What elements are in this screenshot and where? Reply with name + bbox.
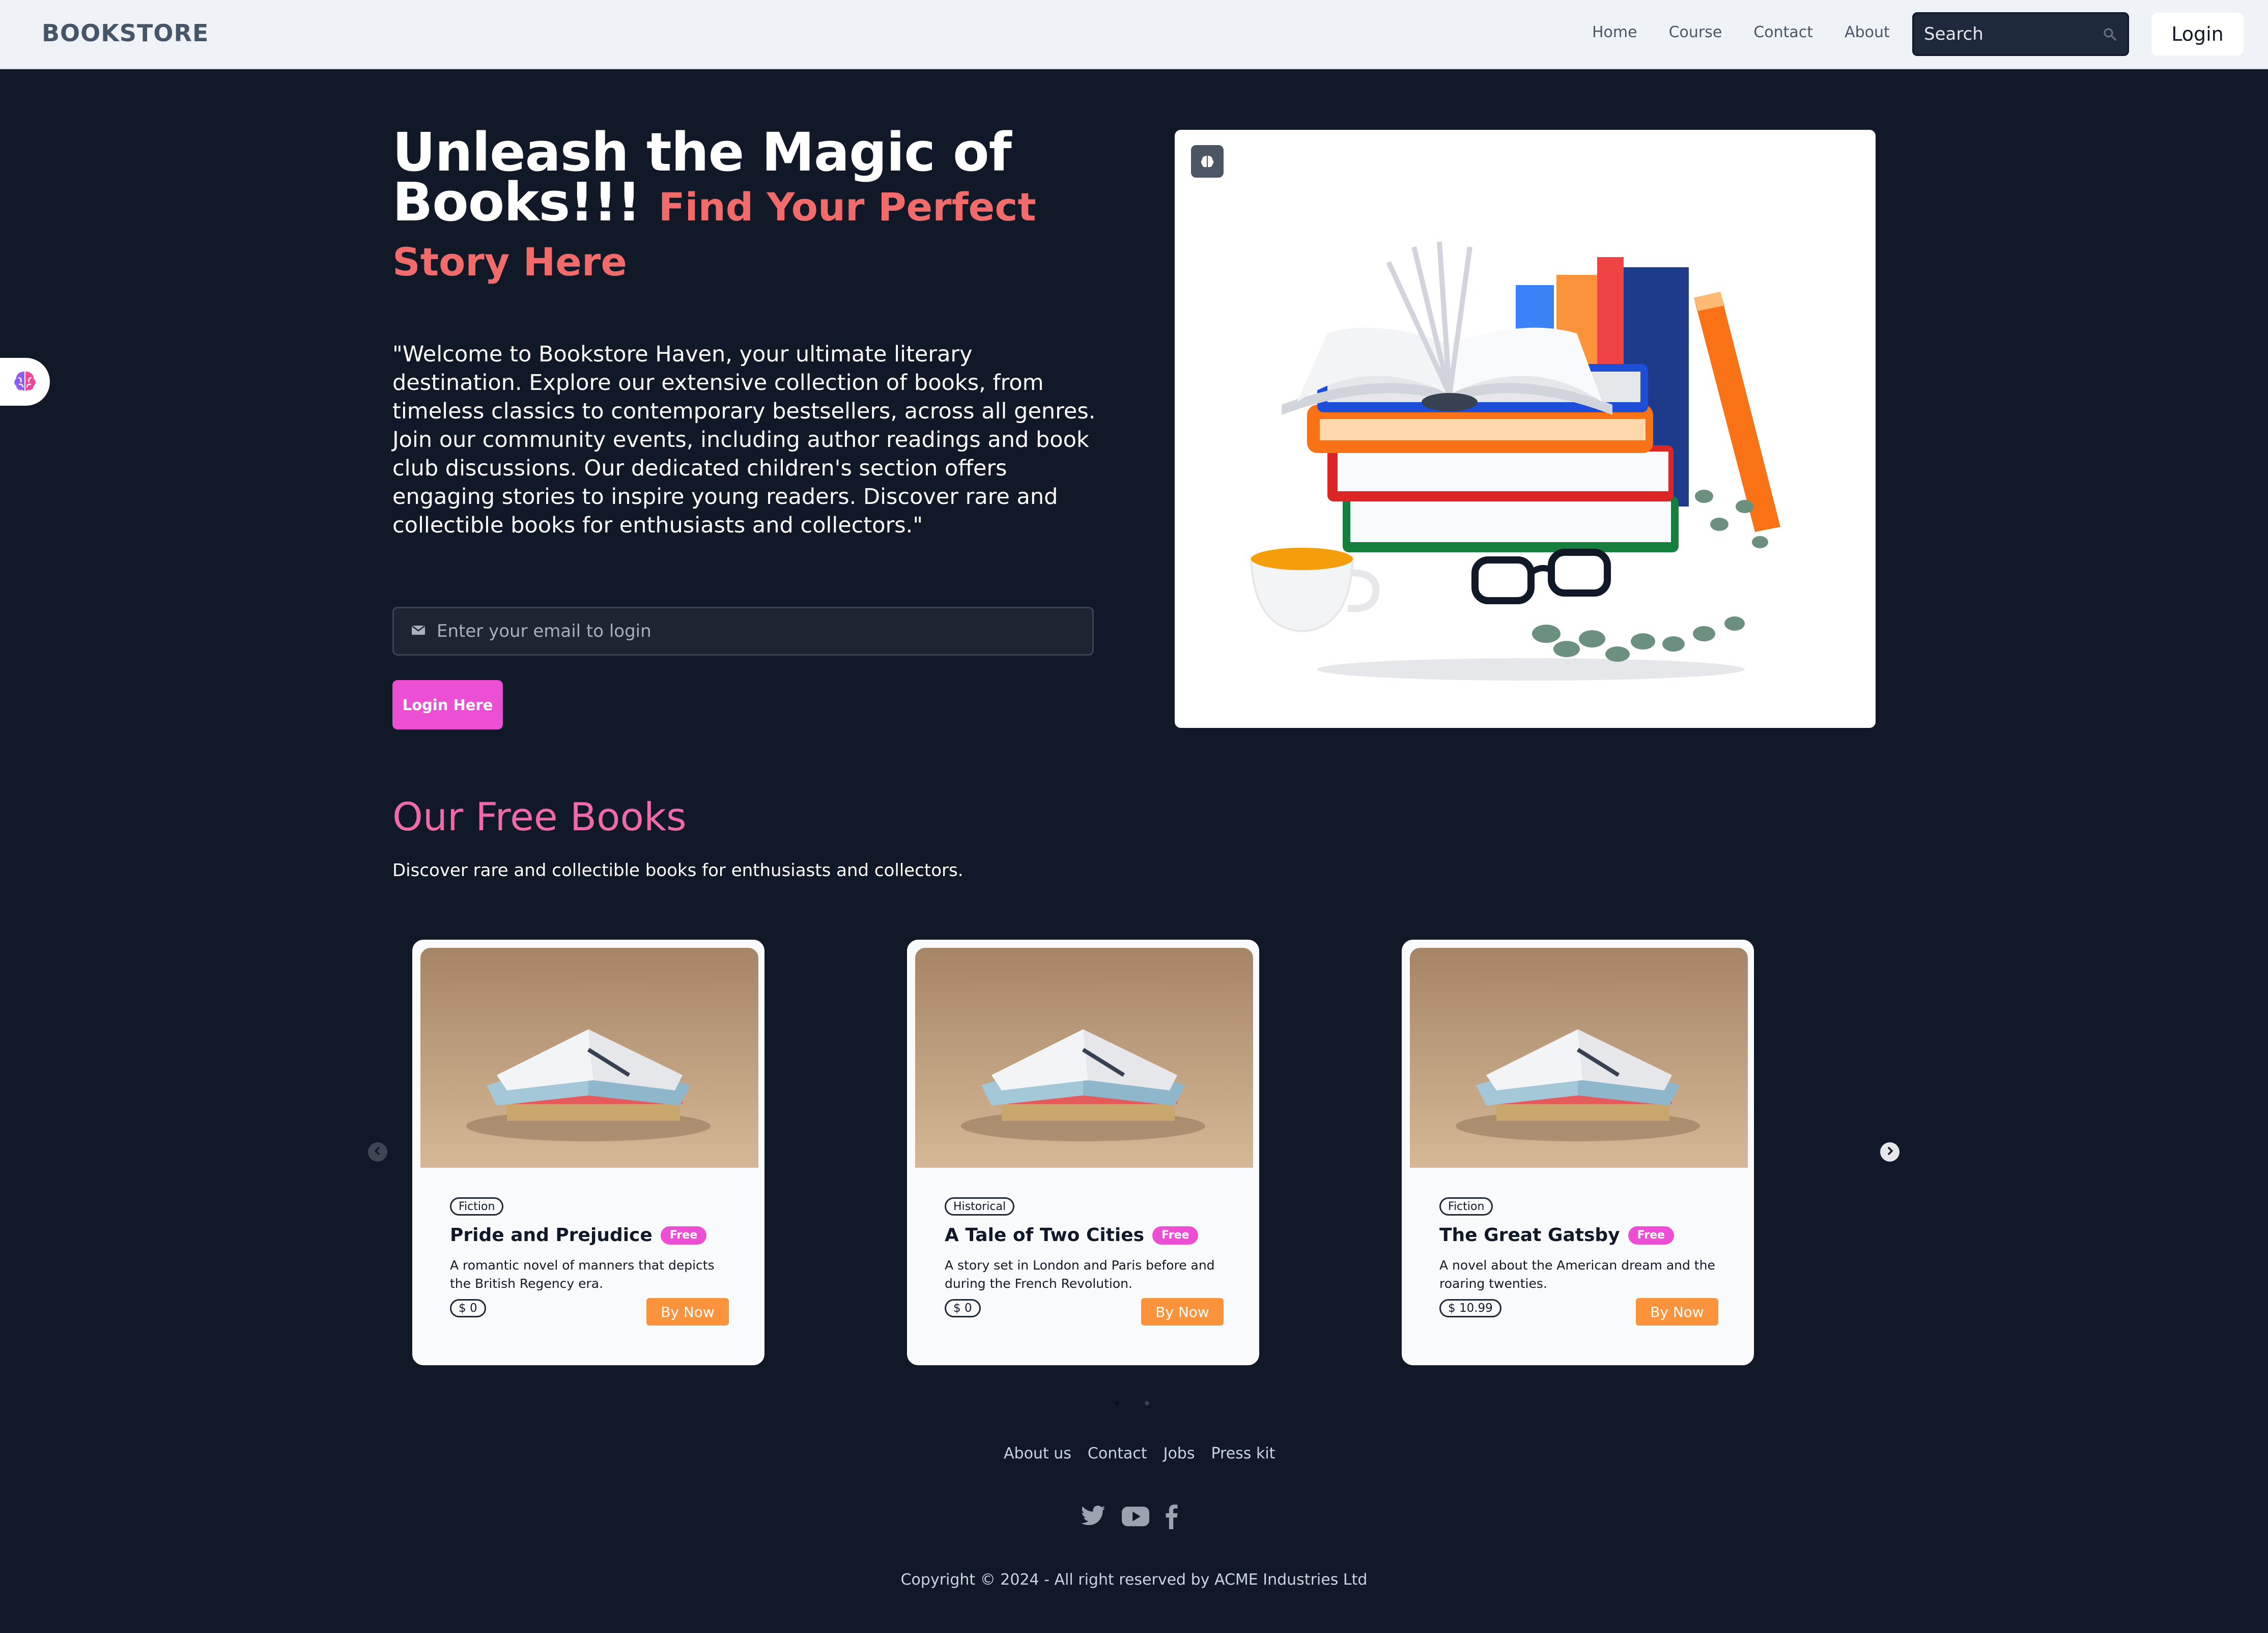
search-icon[interactable] [2102, 26, 2117, 42]
email-field [392, 607, 1094, 656]
footer-link-jobs[interactable]: Jobs [1164, 1445, 1195, 1462]
footer-link-contact[interactable]: Contact [1088, 1445, 1147, 1462]
hero-image [1175, 130, 1876, 728]
buy-now-button[interactable]: By Now [1636, 1298, 1718, 1326]
book-card: Historical A Tale of Two Cities Free A s… [907, 940, 1259, 1365]
book-title-text: A Tale of Two Cities [945, 1225, 1145, 1246]
category-tag: Historical [945, 1197, 1015, 1216]
nav-link-about[interactable]: About [1845, 23, 1890, 41]
price-tag: $ 0 [945, 1299, 981, 1317]
section-title: Our Free Books [392, 794, 687, 839]
book-title: Pride and Prejudice Free [450, 1225, 707, 1246]
login-here-button[interactable]: Login Here [392, 680, 503, 729]
section-subtitle: Discover rare and collectible books for … [392, 860, 963, 881]
free-badge: Free [1628, 1226, 1674, 1245]
hero-description: "Welcome to Bookstore Haven, your ultima… [392, 342, 1096, 538]
twitter-icon[interactable] [1080, 1505, 1107, 1530]
carousel-dot-2[interactable] [1145, 1401, 1149, 1405]
book-image [420, 948, 758, 1168]
nav-link-home[interactable]: Home [1592, 23, 1637, 41]
navbar: BOOKSTORE Home Course Contact About Logi… [0, 0, 2268, 69]
login-button[interactable]: Login [2151, 13, 2244, 55]
free-badge: Free [660, 1226, 707, 1245]
footer-link-press-kit[interactable]: Press kit [1211, 1445, 1275, 1462]
youtube-icon[interactable] [1122, 1506, 1149, 1529]
carousel-dots [1115, 1401, 1149, 1405]
book-description: A romantic novel of manners that depicts… [450, 1258, 715, 1291]
carousel-dot-1[interactable] [1115, 1401, 1119, 1405]
email-input[interactable] [437, 621, 1047, 641]
envelope-icon [411, 625, 426, 638]
carousel-next-button[interactable] [1880, 1142, 1900, 1162]
nav-links: Home Course Contact About [1592, 23, 1921, 41]
books-illustration [1250, 241, 1780, 681]
book-description: A novel about the American dream and the… [1439, 1258, 1715, 1291]
carousel-prev-button[interactable] [368, 1142, 387, 1162]
brain-icon [12, 368, 38, 396]
chevron-left-icon [373, 1146, 383, 1158]
free-badge: Free [1152, 1226, 1199, 1245]
nav-link-contact[interactable]: Contact [1753, 23, 1813, 41]
book-title-text: Pride and Prejudice [450, 1225, 653, 1246]
nav-link-course[interactable]: Course [1669, 23, 1722, 41]
footer-links: About us Contact Jobs Press kit [1004, 1445, 1291, 1462]
book-description: A story set in London and Paris before a… [945, 1258, 1215, 1291]
book-card: Fiction The Great Gatsby Free A novel ab… [1402, 940, 1754, 1365]
book-title: The Great Gatsby Free [1439, 1225, 1674, 1246]
buy-now-button[interactable]: By Now [646, 1298, 729, 1326]
category-tag: Fiction [450, 1197, 504, 1216]
book-title: A Tale of Two Cities Free [945, 1225, 1199, 1246]
book-image [1410, 948, 1748, 1168]
book-card: Fiction Pride and Prejudice Free A roman… [412, 940, 764, 1365]
category-tag: Fiction [1439, 1197, 1493, 1216]
chevron-right-icon [1885, 1146, 1895, 1158]
price-tag: $ 10.99 [1439, 1299, 1501, 1317]
copyright-text: Copyright © 2024 - All right reserved by… [900, 1571, 1368, 1589]
side-widget[interactable] [0, 358, 50, 406]
facebook-icon[interactable] [1165, 1504, 1178, 1531]
search-box [1912, 12, 2129, 56]
social-links [1080, 1504, 1178, 1531]
book-title-text: The Great Gatsby [1439, 1225, 1620, 1246]
hero-title: Unleash the Magic of Books!!! Find Your … [392, 126, 1105, 287]
brand-logo[interactable]: BOOKSTORE [42, 19, 209, 47]
footer-link-about[interactable]: About us [1004, 1445, 1071, 1462]
price-tag: $ 0 [450, 1299, 486, 1317]
search-input[interactable] [1924, 24, 2092, 44]
buy-now-button[interactable]: By Now [1141, 1298, 1224, 1326]
book-image [915, 948, 1253, 1168]
